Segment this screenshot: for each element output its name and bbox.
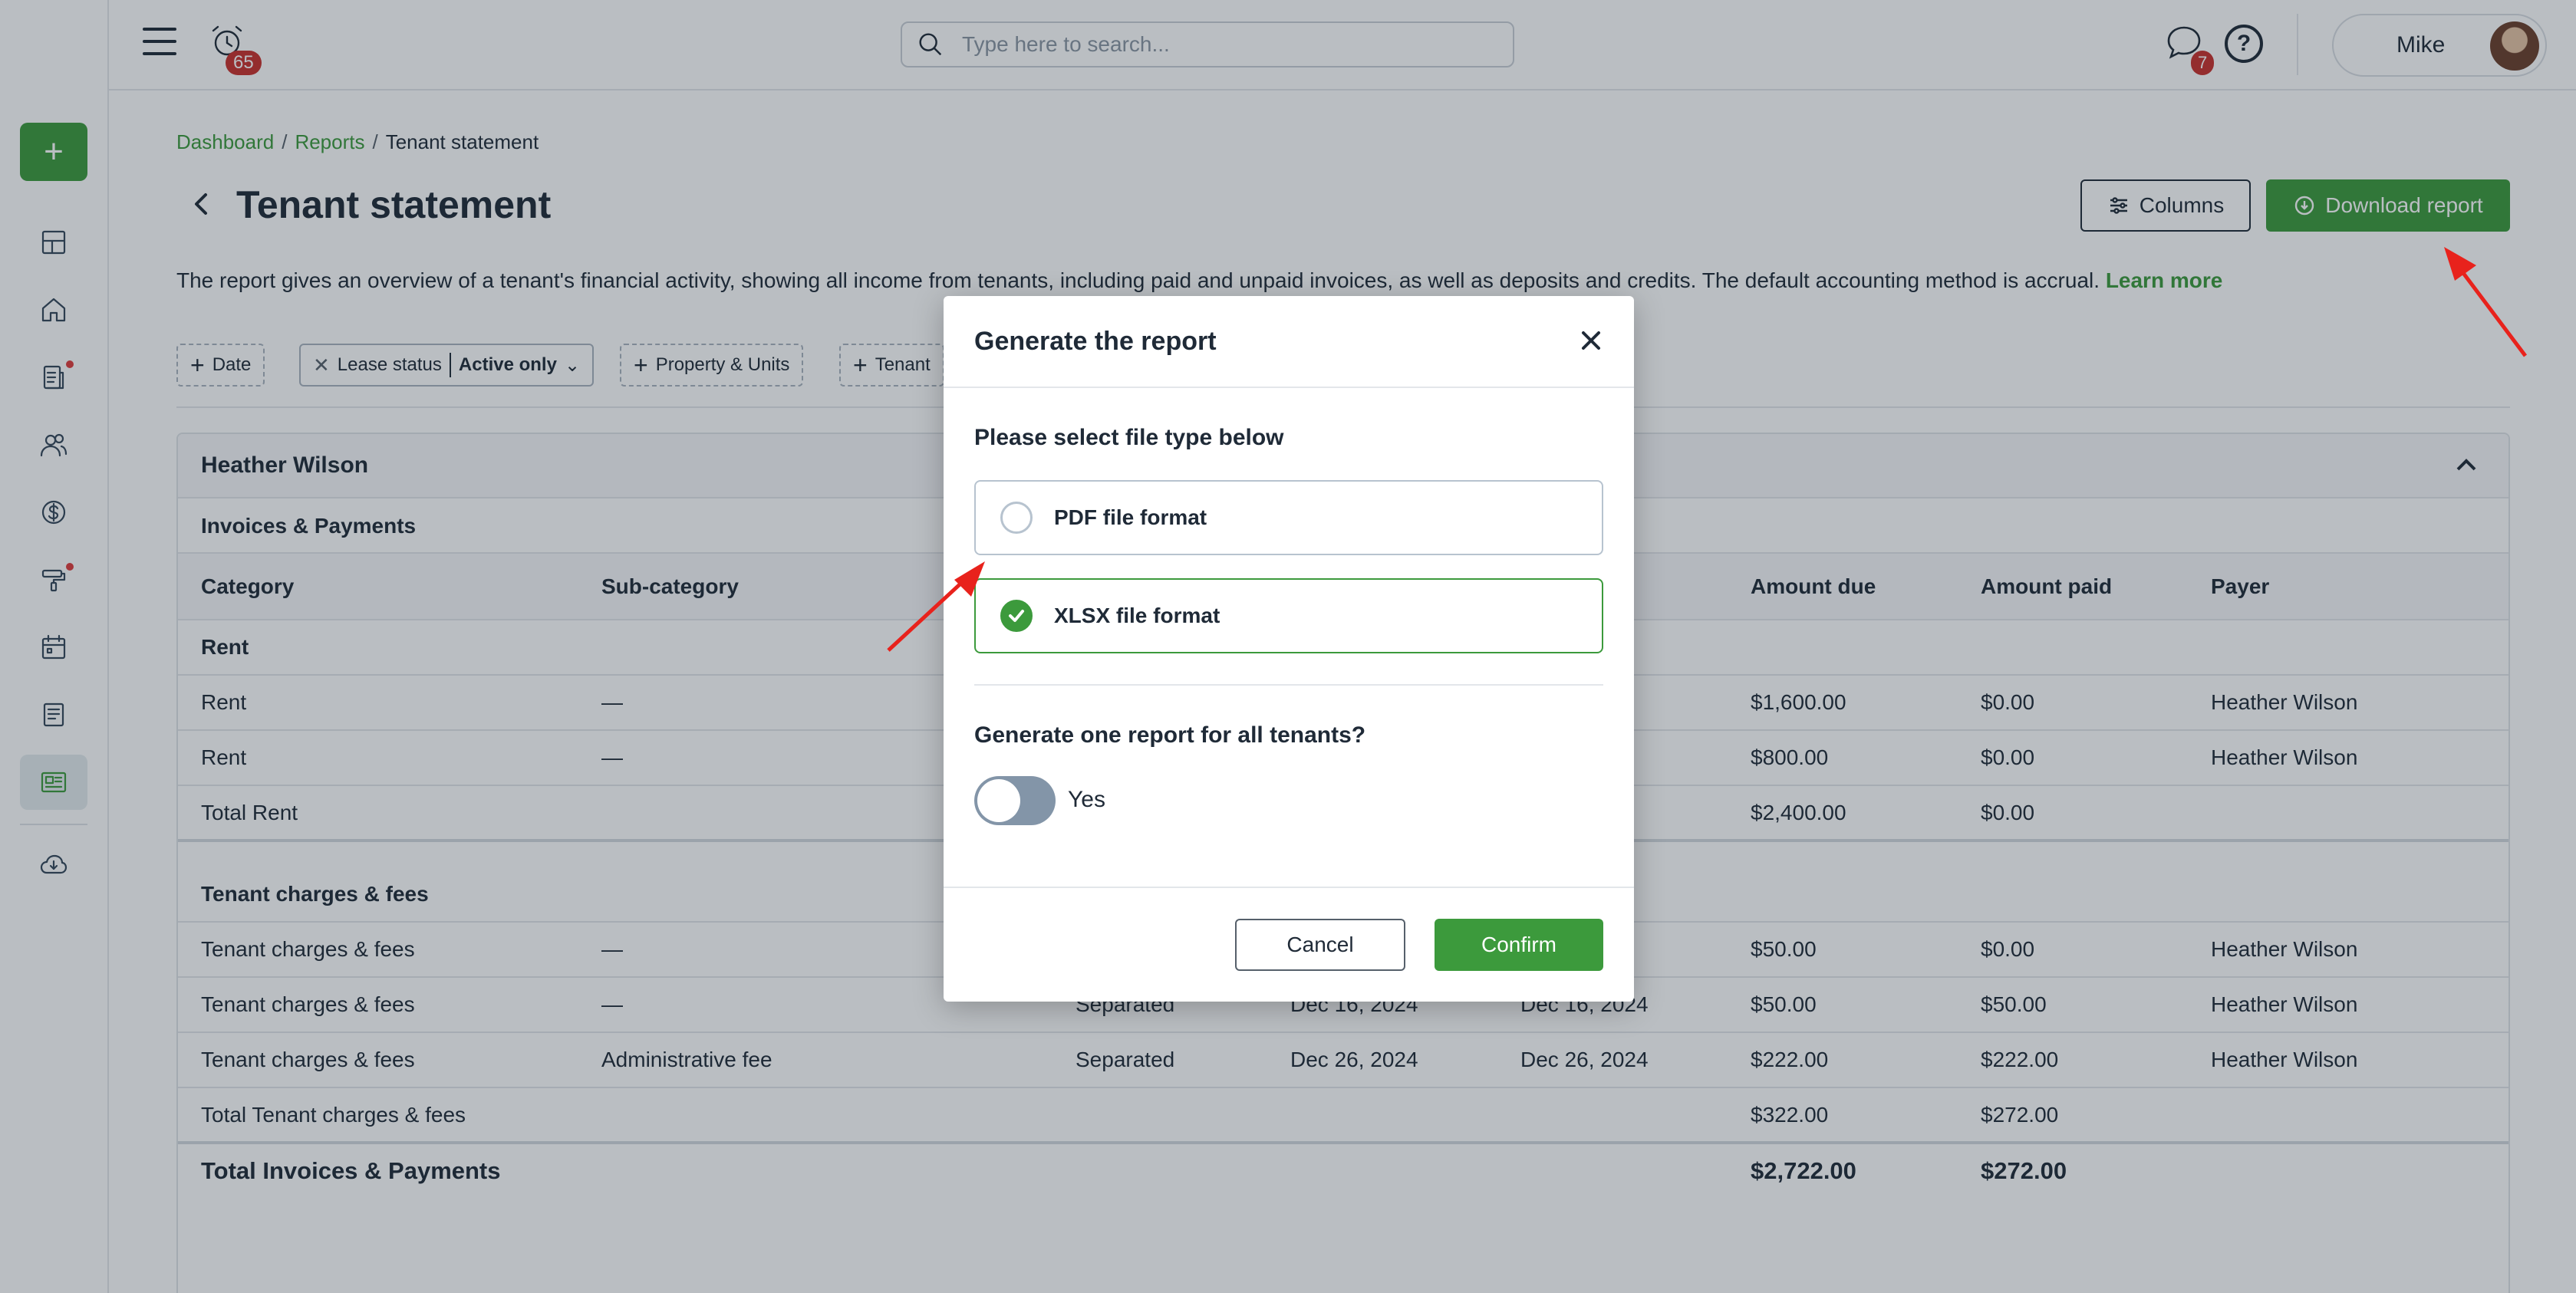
divider bbox=[974, 684, 1603, 686]
toggle-label: Yes bbox=[1068, 787, 1105, 812]
divider bbox=[944, 887, 1634, 888]
check-icon[interactable] bbox=[1000, 600, 1033, 632]
file-type-prompt: Please select file type below bbox=[974, 425, 1284, 450]
pdf-format-option[interactable]: PDF file format bbox=[974, 480, 1603, 555]
dialog-title: Generate the report bbox=[974, 327, 1217, 356]
xlsx-format-option[interactable]: XLSX file format bbox=[974, 578, 1603, 653]
all-tenants-toggle[interactable] bbox=[974, 776, 1056, 825]
all-tenants-prompt: Generate one report for all tenants? bbox=[974, 722, 1366, 748]
cancel-button[interactable]: Cancel bbox=[1235, 919, 1405, 971]
generate-report-dialog: Generate the report Please select file t… bbox=[944, 296, 1634, 1002]
divider bbox=[944, 387, 1634, 388]
close-icon[interactable] bbox=[1576, 325, 1606, 356]
confirm-button[interactable]: Confirm bbox=[1435, 919, 1603, 971]
radio-unchecked[interactable] bbox=[1000, 502, 1033, 534]
